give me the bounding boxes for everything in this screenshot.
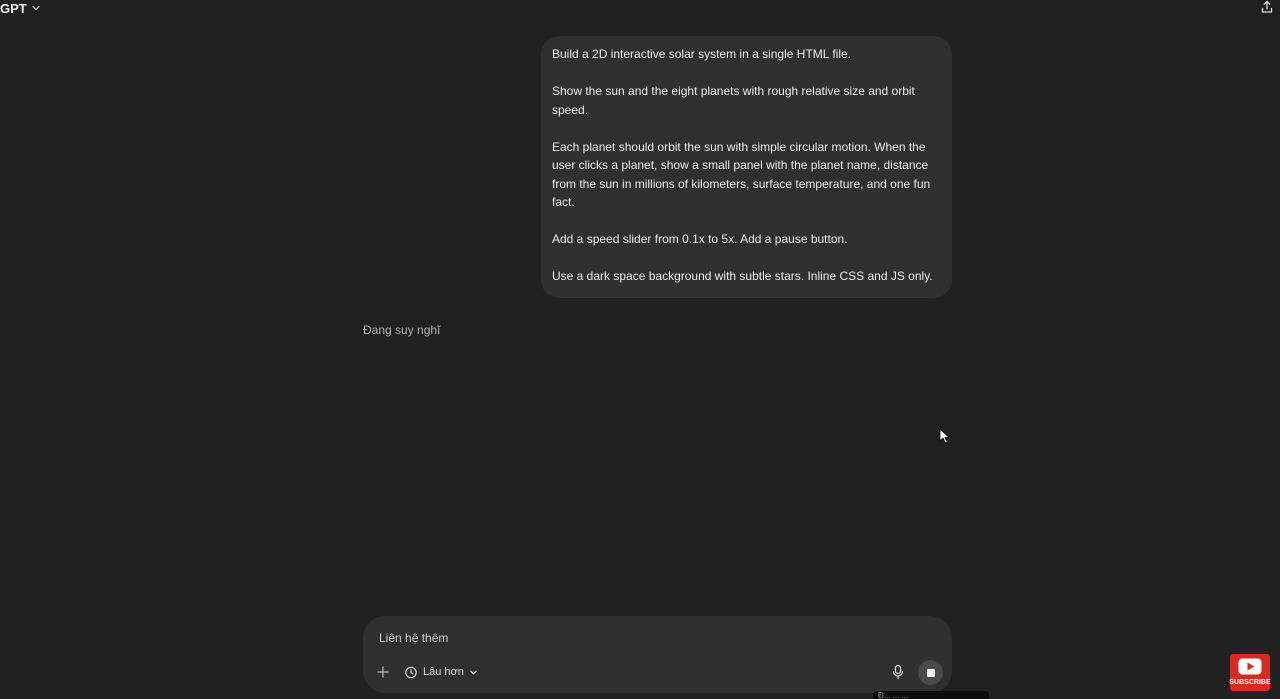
- model-selector[interactable]: GPT: [0, 0, 41, 16]
- think-mode-selector[interactable]: Lâu hơn: [404, 663, 478, 681]
- timer-icon: [405, 666, 417, 679]
- user-message-paragraph: Use a dark space background with subtle …: [552, 269, 933, 283]
- stop-generation-button[interactable]: [918, 660, 943, 685]
- assistant-thinking-status: Đang suy nghĩ: [363, 323, 441, 337]
- subscribe-label: SUBSCRIBE: [1229, 679, 1271, 686]
- microphone-icon[interactable]: [891, 664, 905, 680]
- chat-app: GPT Build a 2D interactive solar system …: [0, 0, 1280, 699]
- user-message-paragraph: Each planet should orbit the sun with si…: [552, 139, 931, 210]
- model-name: GPT: [0, 0, 27, 16]
- user-message-paragraph: Build a 2D interactive solar system in a…: [552, 47, 852, 61]
- share-upload-icon[interactable]: [1260, 0, 1274, 14]
- chevron-down-icon: [32, 5, 40, 11]
- chevron-down-icon: [470, 670, 477, 674]
- user-message-paragraph: Add a speed slider from 0.1x to 5x. Add …: [552, 232, 848, 246]
- think-mode-label: Lâu hơn: [423, 666, 464, 678]
- stop-icon: [926, 668, 935, 677]
- user-message-paragraph: Show the sun and the eight planets with …: [552, 84, 915, 117]
- mouse-cursor-icon: [939, 428, 950, 444]
- subscribe-badge[interactable]: SUBSCRIBE: [1229, 654, 1271, 691]
- tooltip: Đ... ... ...: [873, 691, 989, 699]
- plus-icon[interactable]: [376, 665, 390, 679]
- message-composer: Liên hệ thêm Lâu hơn: [363, 616, 952, 693]
- composer-input[interactable]: Liên hệ thêm: [379, 631, 448, 645]
- user-message-bubble: Build a 2D interactive solar system in a…: [541, 36, 952, 298]
- youtube-play-icon: [1238, 658, 1262, 675]
